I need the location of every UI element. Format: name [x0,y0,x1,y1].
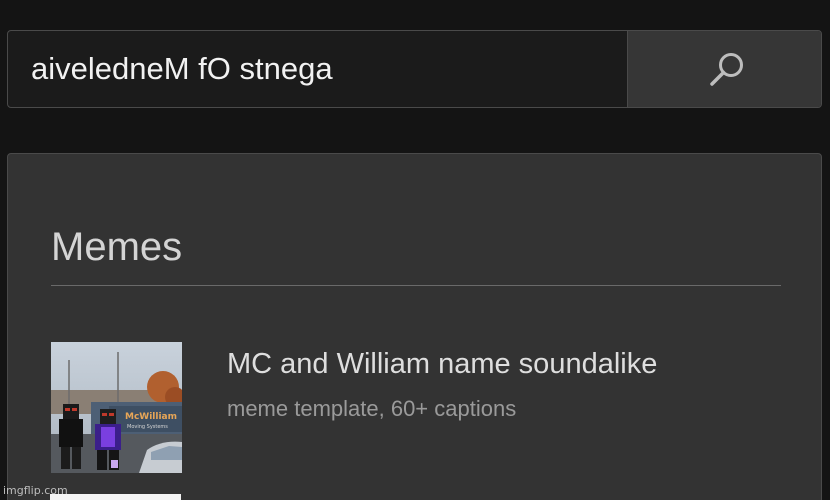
search-input[interactable] [8,31,627,107]
search-icon [710,53,743,86]
section-title: Memes [51,225,183,269]
meme-thumbnail[interactable]: McWilliam Moving Systems [51,342,182,473]
results-panel: Memes McWilliam Moving Systems MC and Wi… [7,153,822,500]
thumbnail-sign: McWilliam [125,412,177,422]
search-bar [7,30,822,108]
result-title[interactable]: MC and William name soundalike [227,346,657,382]
thumbnail-sign-sub: Moving Systems [127,424,168,430]
page: Memes McWilliam [0,0,830,500]
watermark: imgflip.com [3,484,68,497]
result-item[interactable]: McWilliam Moving Systems MC and William … [51,342,781,474]
next-thumbnail-edge [50,494,181,500]
search-button[interactable] [627,31,821,107]
section-divider [51,285,781,286]
result-subtitle: meme template, 60+ captions [227,396,517,421]
